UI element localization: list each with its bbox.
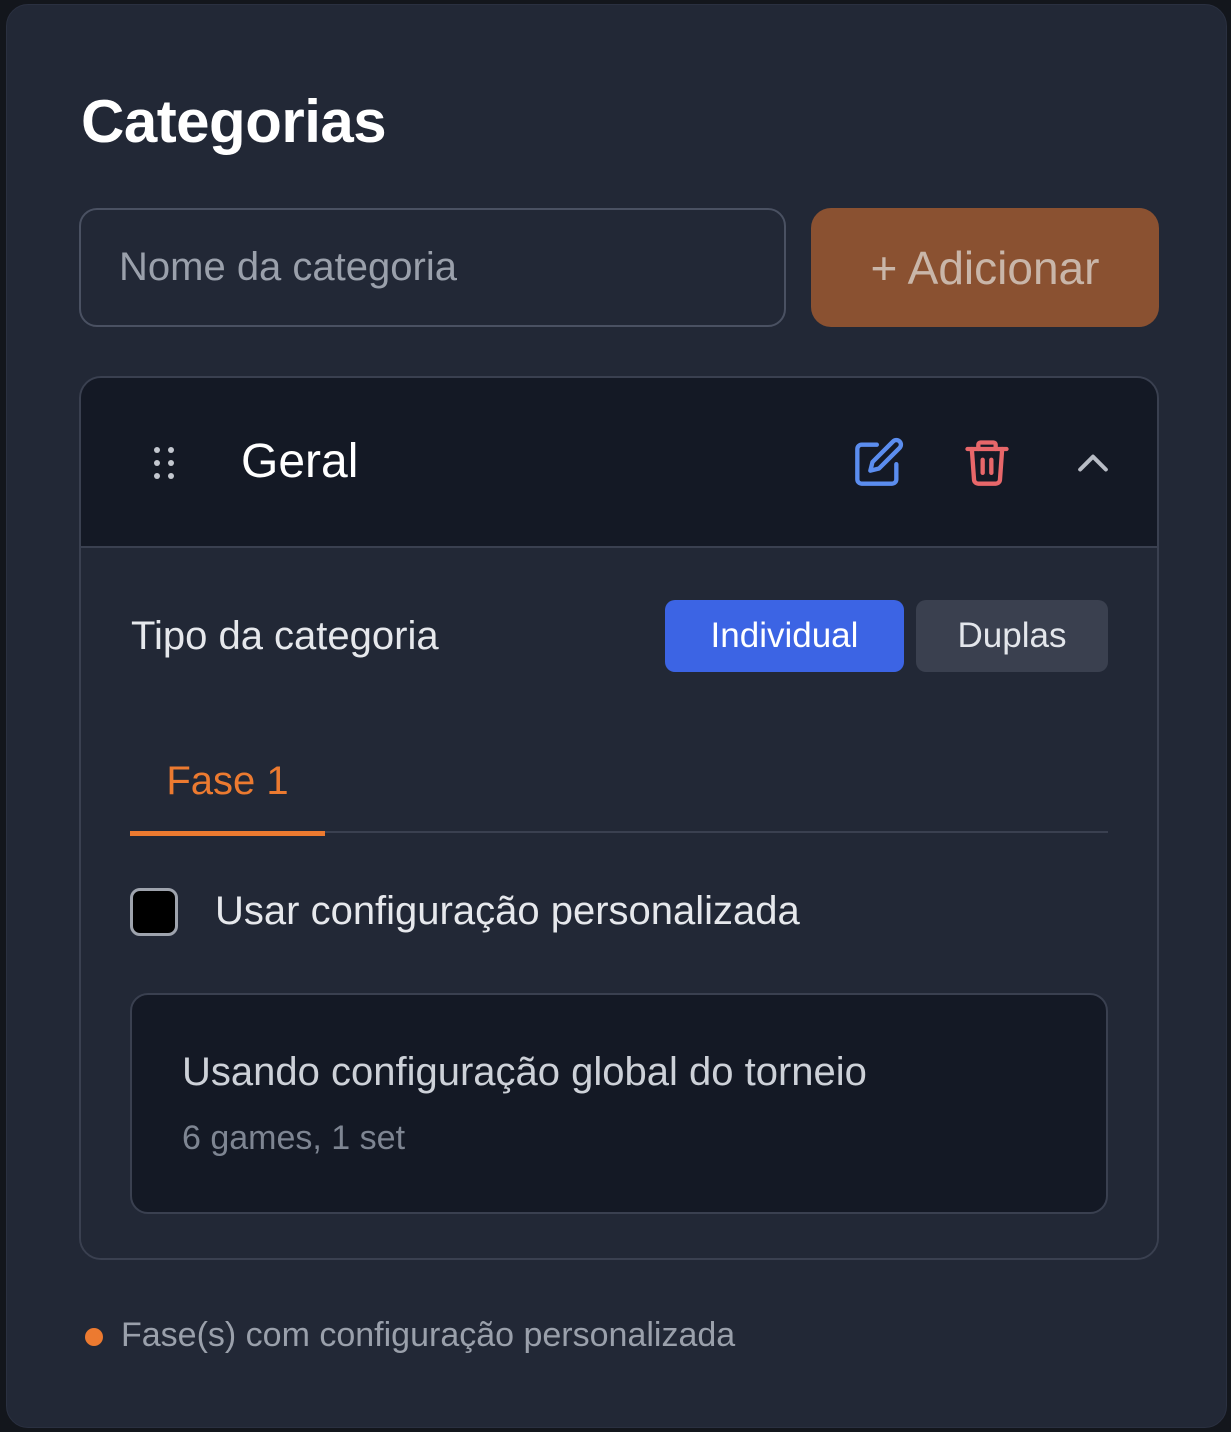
active-tab-indicator [130,831,325,836]
global-config-title: Usando configuração global do torneio [182,1050,867,1094]
legend-dot [85,1328,103,1346]
category-type-label: Tipo da categoria [131,614,439,658]
add-category-button[interactable]: + Adicionar [811,208,1159,327]
trash-icon [965,440,1009,486]
global-config-details: 6 games, 1 set [182,1119,406,1157]
section-title: Categorias [81,88,387,155]
global-config-box: Usando configuração global do torneio 6 … [130,993,1108,1214]
tab-fase-1[interactable]: Fase 1 [130,730,325,836]
categories-panel: Categorias + Adicionar Geral [6,4,1227,1428]
phase-tabs: Fase 1 [130,730,1108,836]
category-name: Geral [241,435,359,488]
edit-category-button[interactable] [851,434,907,490]
collapse-category-button[interactable] [1065,436,1121,492]
category-card: Geral Tipo da categoria Individual Dupla… [79,376,1159,1260]
category-name-input[interactable] [79,208,786,327]
drag-handle-icon[interactable] [153,446,175,480]
custom-config-label[interactable]: Usar configuração personalizada [215,889,800,934]
edit-icon [855,437,904,486]
type-duplas-button[interactable]: Duplas [916,600,1108,672]
category-body: Tipo da categoria Individual Duplas Fase… [81,550,1157,1258]
type-individual-button[interactable]: Individual [665,600,904,672]
chevron-up-icon [1078,454,1108,472]
category-header[interactable]: Geral [81,378,1157,548]
legend-text: Fase(s) com configuração personalizada [121,1316,736,1354]
custom-config-checkbox[interactable] [130,888,178,936]
tab-label: Fase 1 [166,759,289,803]
delete-category-button[interactable] [959,434,1015,490]
